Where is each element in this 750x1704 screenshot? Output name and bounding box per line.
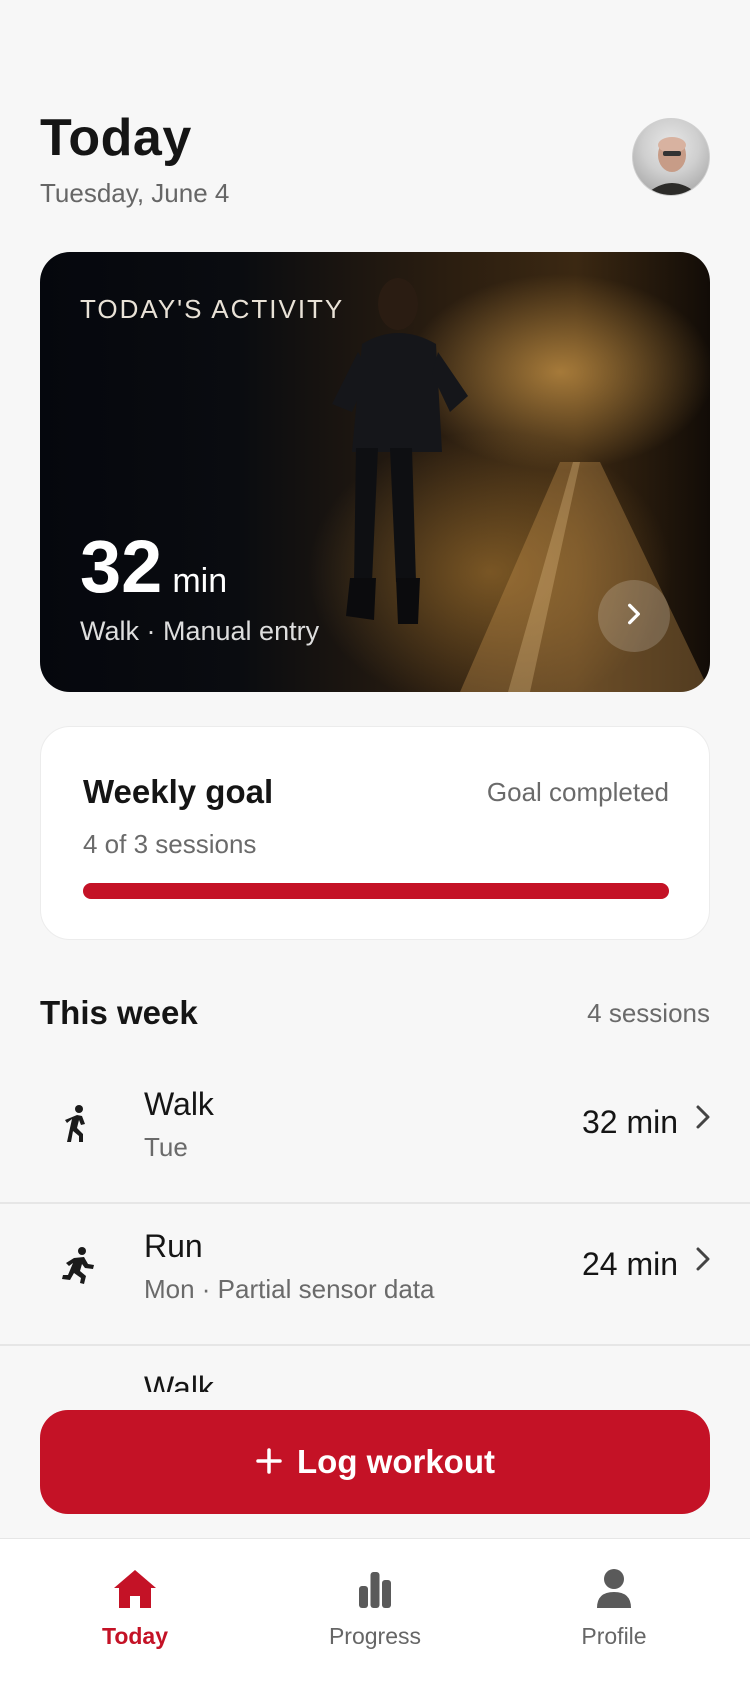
person-icon: [524, 1565, 704, 1613]
log-workout-label: Log workout: [297, 1443, 495, 1480]
tab-progress-label: Progress: [328, 1623, 422, 1649]
run-icon: [58, 1246, 98, 1286]
list-item-duration: 32 min: [581, 1104, 678, 1140]
session-list: Walk Tue 32 min Run Mon · Partial sensor…: [0, 1062, 750, 1392]
session-count: 4 sessions: [587, 998, 710, 1028]
tab-profile[interactable]: Profile: [524, 1565, 704, 1650]
page-title: Today: [40, 109, 192, 167]
plus-icon: [255, 1440, 283, 1485]
list-item[interactable]: Run Mon · Partial sensor data 24 min: [0, 1204, 750, 1346]
hero-duration: 32 min: [80, 524, 227, 609]
list-item[interactable]: Walk Tue 32 min: [0, 1062, 750, 1204]
tab-progress[interactable]: Progress: [285, 1565, 465, 1650]
header: Today Tuesday, June 4: [40, 108, 710, 208]
today-activity-card[interactable]: TODAY'S ACTIVITY 32 min Walk · Manual ent…: [40, 252, 710, 692]
hero-subtitle: Walk · Manual entry: [80, 616, 320, 646]
log-workout-button[interactable]: Log workout: [40, 1410, 710, 1514]
tab-today[interactable]: Today: [45, 1565, 225, 1650]
list-item-title: Walk: [144, 1370, 214, 1392]
chevron-right-icon: [692, 1244, 714, 1283]
tab-today-label: Today: [101, 1623, 169, 1649]
list-item-subtitle: Tue: [144, 1132, 188, 1162]
hero-duration-unit: min: [172, 562, 228, 600]
home-icon: [45, 1565, 225, 1613]
tab-profile-label: Profile: [581, 1623, 647, 1649]
chevron-right-icon: [621, 598, 647, 635]
hero-kicker: TODAY'S ACTIVITY: [80, 294, 345, 324]
hero-duration-value: 32: [80, 525, 163, 608]
page-date: Tuesday, June 4: [40, 178, 230, 208]
list-item-subtitle: Mon · Partial sensor data: [144, 1274, 435, 1304]
chevron-right-icon: [692, 1102, 714, 1141]
walk-icon: [58, 1104, 98, 1144]
this-week-header: This week 4 sessions: [40, 994, 710, 1034]
list-item[interactable]: Walk: [0, 1346, 750, 1392]
goal-progress-fill: [83, 883, 669, 899]
list-item-title: Walk: [144, 1086, 214, 1122]
weekly-goal-title: Weekly goal: [83, 773, 274, 810]
goal-status: Goal completed: [486, 777, 669, 807]
hero-open-button[interactable]: [598, 580, 670, 652]
bar-chart-icon: [285, 1565, 465, 1613]
weekly-goal-card: Weekly goal Goal completed 4 of 3 sessio…: [40, 726, 710, 940]
goal-progress-bar: [83, 883, 669, 899]
bottom-nav: Today Progress Profile: [0, 1538, 750, 1704]
list-item-title: Run: [144, 1228, 203, 1264]
goal-progress-text: 4 of 3 sessions: [83, 829, 257, 859]
list-item-duration: 24 min: [581, 1246, 678, 1282]
avatar[interactable]: [632, 118, 710, 196]
